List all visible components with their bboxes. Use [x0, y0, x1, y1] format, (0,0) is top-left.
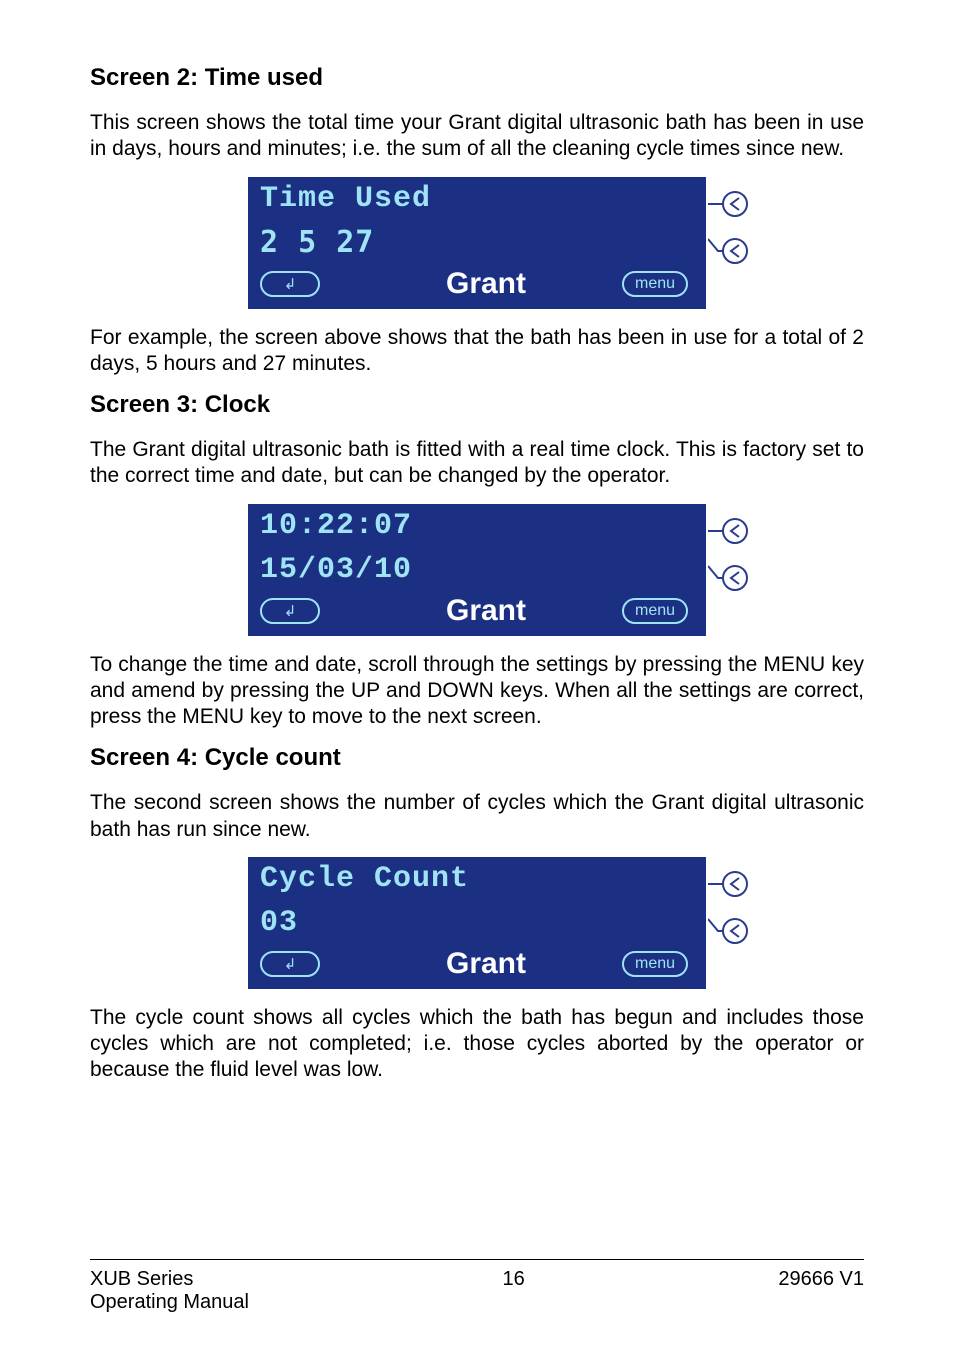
paragraph: The Grant digital ultrasonic bath is fit… [90, 437, 864, 490]
footer-page-number: 16 [249, 1268, 778, 1314]
down-button[interactable] [708, 237, 750, 265]
lcd-line: 2 5 27 [248, 221, 706, 265]
paragraph: This screen shows the total time your Gr… [90, 110, 864, 163]
paragraph: The second screen shows the number of cy… [90, 790, 864, 843]
device-screen-time-used: Time Used 2 5 27 ↲ Grant menu [90, 177, 864, 309]
heading-screen-3: Screen 3: Clock [90, 391, 864, 419]
enter-button[interactable]: ↲ [260, 271, 320, 297]
heading-screen-2: Screen 2: Time used [90, 64, 864, 92]
footer-series: XUB Series [90, 1268, 249, 1291]
menu-button[interactable]: menu [622, 271, 688, 297]
document-page: Screen 2: Time used This screen shows th… [0, 0, 954, 1354]
footer-left: XUB Series Operating Manual [90, 1268, 249, 1314]
side-arrow-panel [706, 177, 752, 309]
brand-label: Grant [350, 267, 622, 301]
lcd-line: 10:22:07 [248, 504, 706, 548]
lcd-button-row: ↲ Grant menu [248, 945, 706, 987]
lcd-line: 03 [248, 901, 706, 945]
menu-button[interactable]: menu [622, 951, 688, 977]
lcd-panel: Cycle Count 03 ↲ Grant menu [248, 857, 706, 989]
up-button[interactable] [708, 517, 750, 545]
device-screen-cycle-count: Cycle Count 03 ↲ Grant menu [90, 857, 864, 989]
down-button[interactable] [708, 917, 750, 945]
paragraph: For example, the screen above shows that… [90, 325, 864, 378]
brand-label: Grant [350, 947, 622, 981]
enter-button[interactable]: ↲ [260, 951, 320, 977]
lcd-button-row: ↲ Grant menu [248, 592, 706, 634]
up-button[interactable] [708, 870, 750, 898]
heading-screen-4: Screen 4: Cycle count [90, 744, 864, 772]
footer-docid: 29666 V1 [778, 1268, 864, 1314]
lcd-panel: Time Used 2 5 27 ↲ Grant menu [248, 177, 706, 309]
paragraph: The cycle count shows all cycles which t… [90, 1005, 864, 1084]
lcd-line: 15/03/10 [248, 548, 706, 592]
up-button[interactable] [708, 190, 750, 218]
paragraph: To change the time and date, scroll thro… [90, 652, 864, 731]
lcd-panel: 10:22:07 15/03/10 ↲ Grant menu [248, 504, 706, 636]
side-arrow-panel [706, 504, 752, 636]
enter-button[interactable]: ↲ [260, 598, 320, 624]
side-arrow-panel [706, 857, 752, 989]
lcd-button-row: ↲ Grant menu [248, 265, 706, 307]
lcd-line: Time Used [248, 177, 706, 221]
footer-subtitle: Operating Manual [90, 1291, 249, 1314]
menu-button[interactable]: menu [622, 598, 688, 624]
page-footer: XUB Series Operating Manual 16 29666 V1 [90, 1259, 864, 1314]
lcd-line: Cycle Count [248, 857, 706, 901]
down-button[interactable] [708, 564, 750, 592]
device-screen-clock: 10:22:07 15/03/10 ↲ Grant menu [90, 504, 864, 636]
brand-label: Grant [350, 594, 622, 628]
